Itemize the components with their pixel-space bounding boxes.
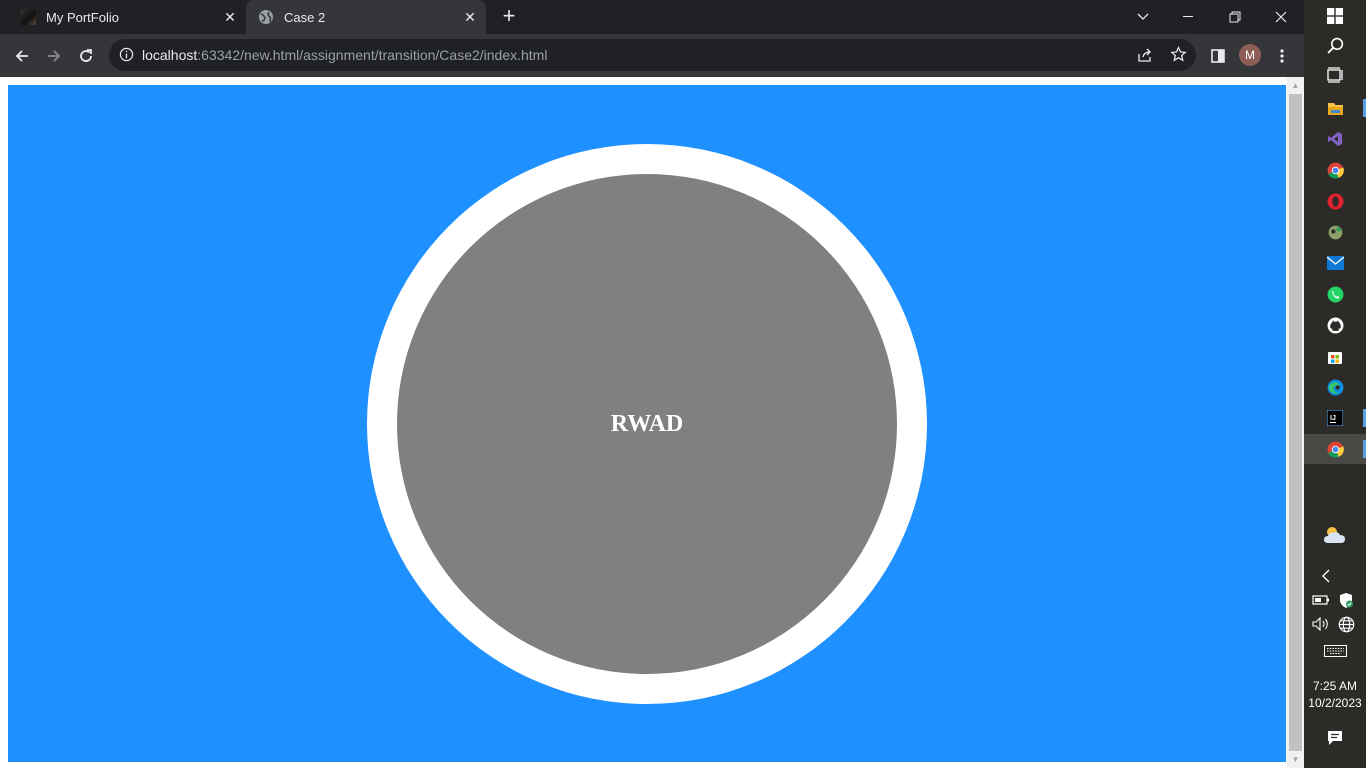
page-content: RWAD ▲ ▼ <box>0 77 1304 768</box>
scroll-thumb[interactable] <box>1289 94 1302 751</box>
taskbar: IJ 7:25 AM 10/2/2023 <box>1304 0 1366 768</box>
tab-title: My PortFolio <box>46 9 119 25</box>
url-path: :63342/new.html/assignment/transition/Ca… <box>197 47 548 63</box>
microsoft-store-icon[interactable] <box>1325 347 1345 367</box>
scroll-down-arrow[interactable]: ▼ <box>1287 751 1304 768</box>
url-text[interactable]: localhost:63342/new.html/assignment/tran… <box>142 47 547 63</box>
scroll-up-arrow[interactable]: ▲ <box>1287 77 1304 94</box>
search-icon[interactable] <box>1325 35 1345 55</box>
tab-search-chevron-icon[interactable] <box>1120 0 1166 34</box>
circle-widget[interactable]: RWAD <box>367 144 927 704</box>
opera-icon[interactable] <box>1325 191 1345 211</box>
battery-icon[interactable] <box>1311 590 1331 610</box>
edge-icon[interactable] <box>1325 377 1345 397</box>
bookmark-star-icon[interactable] <box>1170 46 1187 68</box>
share-icon[interactable] <box>1137 47 1153 68</box>
tab-title: Case 2 <box>284 9 326 25</box>
volume-icon[interactable] <box>1311 614 1331 634</box>
close-window-button[interactable] <box>1258 0 1304 34</box>
close-icon[interactable]: ✕ <box>220 7 240 27</box>
address-bar[interactable]: localhost:63342/new.html/assignment/tran… <box>109 39 1196 71</box>
back-button[interactable] <box>8 42 36 70</box>
github-icon[interactable] <box>1325 315 1345 335</box>
new-tab-button[interactable]: + <box>497 5 521 29</box>
mail-icon[interactable] <box>1325 253 1345 273</box>
whatsapp-icon[interactable] <box>1325 284 1345 304</box>
reload-button[interactable] <box>72 42 100 70</box>
intellij-icon[interactable]: IJ <box>1325 408 1345 428</box>
portfolio-favicon-icon <box>20 9 36 25</box>
url-host: localhost <box>142 47 198 63</box>
chrome-active-icon[interactable] <box>1325 439 1345 459</box>
minimize-button[interactable] <box>1166 0 1212 34</box>
globe-icon <box>258 9 274 25</box>
browser-toolbar: localhost:63342/new.html/assignment/tran… <box>0 34 1304 77</box>
menu-kebab-icon[interactable] <box>1268 42 1296 70</box>
browser-window: My PortFolio ✕ Case 2 ✕ + localhost:6334… <box>0 0 1304 768</box>
system-clock[interactable]: 7:25 AM 10/2/2023 <box>1304 678 1366 712</box>
clock-time: 7:25 AM <box>1312 679 1358 693</box>
app-icon[interactable] <box>1325 222 1345 242</box>
file-explorer-icon[interactable] <box>1325 98 1345 118</box>
notification-center-icon[interactable] <box>1325 728 1345 748</box>
inner-circle: RWAD <box>397 174 897 674</box>
chrome-icon[interactable] <box>1325 160 1345 180</box>
blue-stage: RWAD <box>8 85 1286 762</box>
visual-studio-icon[interactable] <box>1325 129 1345 149</box>
tab-case-2[interactable]: Case 2 ✕ <box>246 0 486 34</box>
task-view-icon[interactable] <box>1325 65 1345 85</box>
forward-button[interactable] <box>40 42 68 70</box>
weather-cloud-icon[interactable] <box>1322 522 1348 546</box>
profile-avatar[interactable]: M <box>1239 44 1261 66</box>
chevron-left-icon[interactable] <box>1316 566 1336 586</box>
side-panel-icon[interactable] <box>1204 42 1232 70</box>
windows-start-icon[interactable] <box>1325 6 1345 26</box>
network-globe-icon[interactable] <box>1336 614 1356 634</box>
security-shield-icon[interactable] <box>1336 590 1356 610</box>
restore-button[interactable] <box>1212 0 1258 34</box>
touch-keyboard-icon[interactable] <box>1323 641 1347 661</box>
svg-text:IJ: IJ <box>1330 415 1336 422</box>
circle-label: RWAD <box>610 410 684 437</box>
tab-my-portfolio[interactable]: My PortFolio ✕ <box>8 0 246 34</box>
info-icon[interactable] <box>119 47 134 67</box>
close-icon[interactable]: ✕ <box>460 7 480 27</box>
vertical-scrollbar[interactable]: ▲ ▼ <box>1287 77 1304 768</box>
tab-strip: My PortFolio ✕ Case 2 ✕ + <box>0 0 1304 34</box>
clock-date: 10/2/2023 <box>1308 696 1362 710</box>
